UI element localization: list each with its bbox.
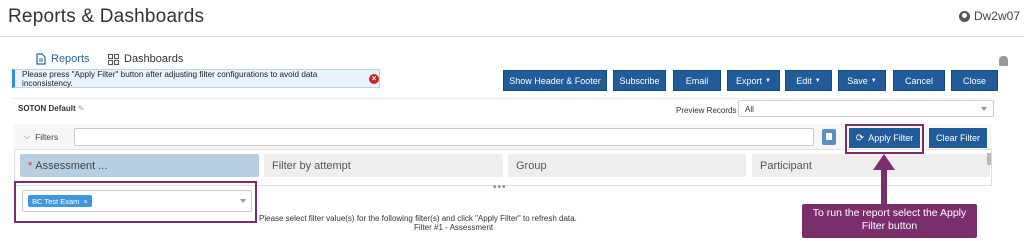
chevron-down-icon: ▼ [870, 77, 877, 84]
selected-chip[interactable]: BC Test Exam × [28, 195, 92, 207]
required-marker: * [28, 159, 33, 172]
dashboard-icon [108, 53, 119, 65]
filter-column-group[interactable]: Group [508, 154, 746, 177]
export-button[interactable]: Export ▼ [727, 70, 780, 91]
filter-column-label: Group [516, 159, 547, 172]
filter-column-label: Participant [760, 159, 812, 172]
clear-filter-button[interactable]: Clear Filter [929, 128, 987, 148]
callout-box: To run the report select the Apply Filte… [802, 204, 977, 238]
filter-instruction-detail: Filter #1 - Assessment [414, 223, 494, 232]
scrollbar[interactable] [987, 153, 991, 165]
save-label: Save [847, 75, 868, 86]
chevron-down-icon [981, 107, 987, 111]
chevron-down-icon: ⌵ [24, 132, 31, 141]
tab-reports[interactable]: Reports [36, 53, 90, 65]
close-icon[interactable]: × [83, 197, 87, 206]
export-label: Export [736, 75, 763, 86]
save-button[interactable]: Save ▼ [838, 70, 886, 91]
tab-reports-label: Reports [51, 53, 90, 65]
user-icon [958, 10, 970, 22]
apply-filter-label: Apply Filter [868, 133, 914, 143]
tab-dashboards-label: Dashboards [124, 53, 184, 65]
resize-handle[interactable]: ••• [493, 182, 507, 193]
chevron-down-icon [240, 199, 246, 203]
header-divider [0, 36, 1024, 37]
user-menu[interactable]: Dw2w07 [958, 9, 1020, 23]
alert-message: Please press "Apply Filter" button after… [22, 69, 318, 88]
email-button[interactable]: Email [673, 70, 721, 91]
bell-icon[interactable] [999, 56, 1008, 66]
report-name-label: SOTON Default [18, 104, 76, 113]
filters-toggle[interactable]: ⌵ Filters [24, 132, 58, 142]
filter-instruction: Please select filter value(s) for the fo… [259, 214, 577, 223]
chevron-down-icon: ▼ [814, 77, 821, 84]
preview-records-select[interactable]: All [738, 100, 994, 117]
tab-dashboards[interactable]: Dashboards [108, 53, 183, 65]
filter-column-assessment[interactable]: * Assessment ... [20, 154, 259, 177]
toolbar-divider [12, 98, 992, 99]
refresh-icon: ⟳ [855, 132, 865, 144]
user-name: Dw2w07 [973, 9, 1020, 23]
report-name[interactable]: SOTON Default ✎ [18, 104, 85, 113]
apply-filter-button[interactable]: ⟳ Apply Filter [849, 128, 920, 148]
filters-label: Filters [35, 132, 59, 142]
filter-search-input[interactable] [74, 128, 814, 146]
cancel-button[interactable]: Cancel [893, 70, 945, 91]
filter-column-label: Assessment ... [35, 159, 108, 172]
chevron-down-icon: ▼ [765, 77, 771, 84]
document-icon [36, 53, 46, 65]
trash-icon[interactable] [822, 129, 836, 145]
pencil-icon[interactable]: ✎ [78, 104, 85, 113]
show-header-footer-button[interactable]: Show Header & Footer [503, 70, 607, 91]
subscribe-button[interactable]: Subscribe [613, 70, 666, 91]
preview-records-label: Preview Records [676, 106, 737, 115]
edit-label: Edit [796, 75, 812, 86]
chip-label: BC Test Exam [32, 196, 80, 206]
page-title: Reports & Dashboards [8, 6, 205, 27]
alert-banner: Please press "Apply Filter" button after… [12, 69, 380, 88]
edit-button[interactable]: Edit ▼ [785, 70, 832, 91]
filter-column-label: Filter by attempt [272, 159, 351, 172]
filter-column-attempt[interactable]: Filter by attempt [264, 154, 503, 177]
close-icon[interactable]: × [369, 73, 379, 84]
preview-records-value: All [745, 105, 754, 114]
filter-column-participant[interactable]: Participant [752, 154, 990, 177]
close-button[interactable]: Close [951, 70, 998, 91]
